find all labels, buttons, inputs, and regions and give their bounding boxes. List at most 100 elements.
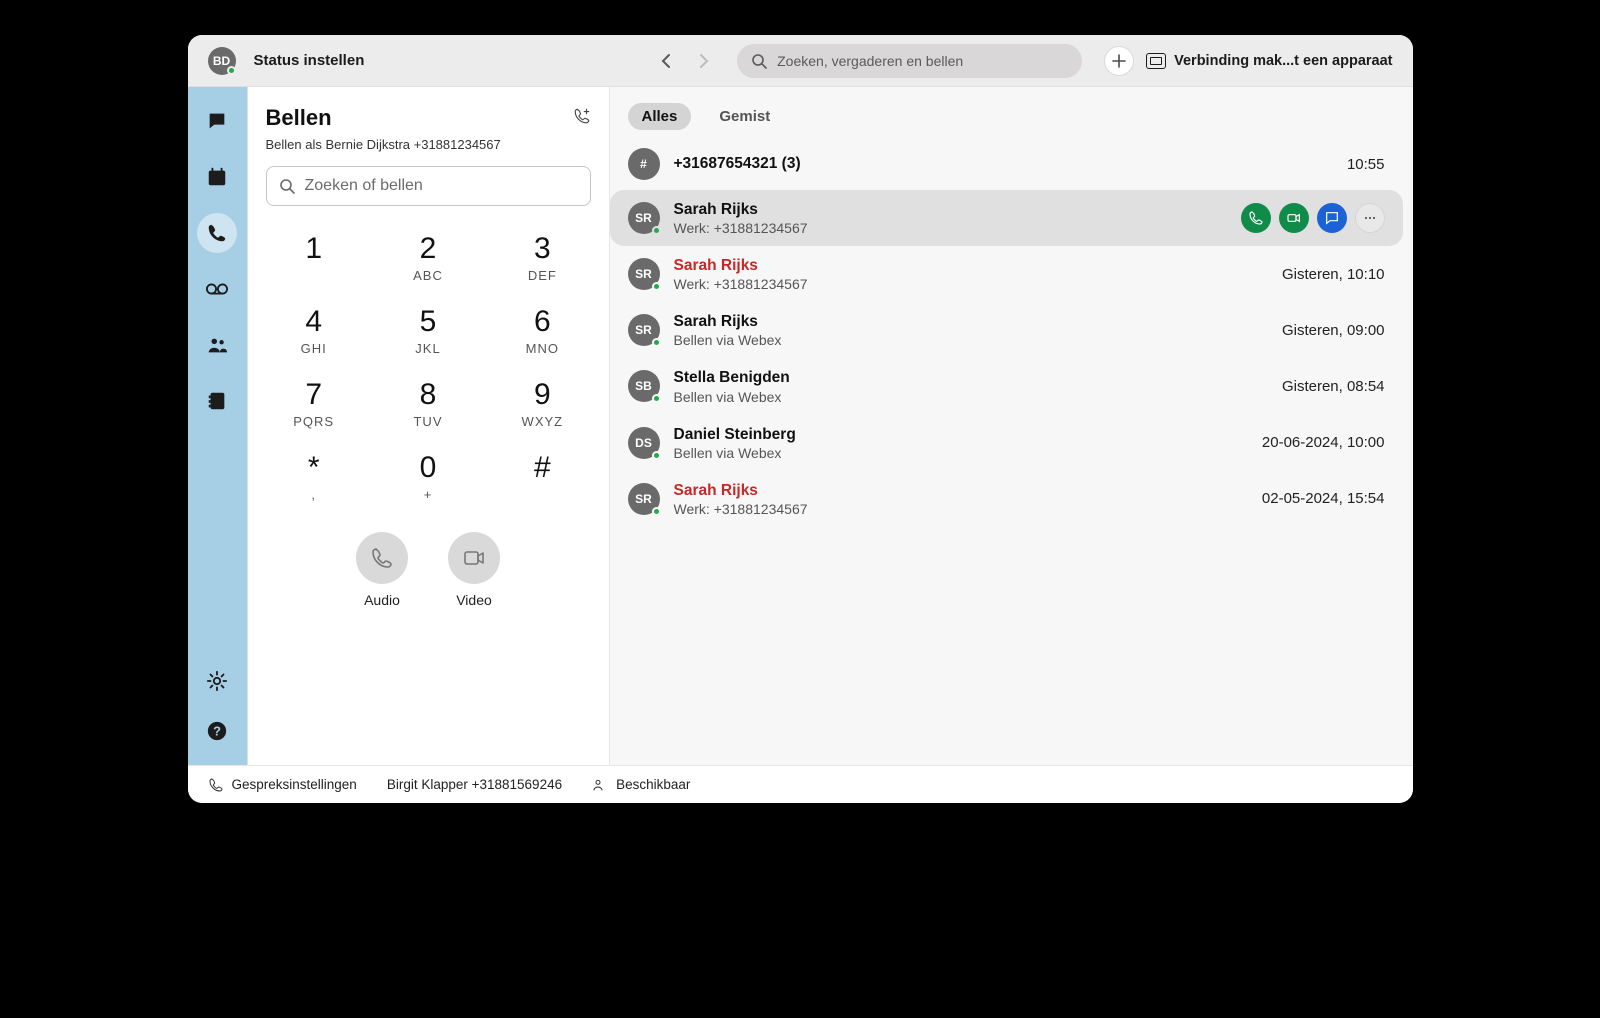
history-row[interactable]: SRSarah RijksBellen via WebexGisteren, 0… xyxy=(610,302,1403,358)
chat-bubble-icon xyxy=(206,110,228,132)
keypad-key-7[interactable]: 7 PQRS xyxy=(276,380,352,429)
keypad-key-8[interactable]: 8 TUV xyxy=(390,380,466,429)
contact-name: Sarah Rijks xyxy=(674,481,1248,501)
people-icon xyxy=(206,334,228,356)
presence-dot-icon xyxy=(652,451,661,460)
dial-search-input[interactable]: Zoeken of bellen xyxy=(266,166,591,206)
phone-icon xyxy=(370,546,394,570)
history-row[interactable]: SR Sarah RijksWerk: +31881234567 02-05-202… xyxy=(610,471,1403,527)
row-audio-call-button[interactable] xyxy=(1241,203,1271,233)
history-row[interactable]: # +31687654321 (3) 10:55 xyxy=(610,138,1403,190)
keypad-key-5[interactable]: 5JKL xyxy=(390,307,466,356)
call-time: Gisteren, 10:10 xyxy=(1282,266,1385,283)
keypad-key-#[interactable]: # xyxy=(504,453,580,502)
rail-help[interactable]: ? xyxy=(197,711,237,751)
connect-device-label: Verbinding mak...t een apparaat xyxy=(1174,53,1392,69)
voicemail-icon xyxy=(206,282,228,296)
rail-calling[interactable] xyxy=(197,213,237,253)
dialer-panel: Bellen Bellen als Bernie Dijkstra +31881… xyxy=(248,87,610,765)
tab-missed[interactable]: Gemist xyxy=(705,103,784,130)
help-icon: ? xyxy=(206,720,228,742)
row-chat-button[interactable] xyxy=(1317,203,1347,233)
keypad-digit: 3 xyxy=(504,234,580,264)
keypad-key-4[interactable]: 4GHI xyxy=(276,307,352,356)
contact-avatar: SR xyxy=(628,202,660,234)
chevron-right-icon xyxy=(695,53,711,69)
keypad-digit: 7 xyxy=(276,380,352,410)
plus-icon xyxy=(1112,54,1126,68)
call-history-panel: Alles Gemist #+31687654321 (3)10:55SRSar… xyxy=(610,87,1413,765)
status-set-button[interactable]: Status instellen xyxy=(254,52,365,69)
keypad-letters: PQRS xyxy=(276,414,352,429)
presence-dot-icon xyxy=(652,394,661,403)
rail-voicemail[interactable] xyxy=(197,269,237,309)
keypad-letters: JKL xyxy=(390,341,466,356)
history-scroll[interactable]: #+31687654321 (3)10:55SRSarah RijksWerk:… xyxy=(610,138,1413,765)
rail-messaging[interactable] xyxy=(197,101,237,141)
nav-arrows xyxy=(653,47,717,75)
audio-call-button[interactable]: Audio xyxy=(356,532,408,608)
video-call-button[interactable]: Video xyxy=(448,532,500,608)
create-new-button[interactable] xyxy=(1104,46,1134,76)
row-more-button[interactable] xyxy=(1355,203,1385,233)
conversation-settings-label: Gespreksinstellingen xyxy=(232,777,357,792)
row-video-call-button[interactable] xyxy=(1279,203,1309,233)
history-row[interactable]: DSDaniel SteinbergBellen via Webex20-06-… xyxy=(610,415,1403,471)
status-bar: Gespreksinstellingen Birgit Klapper +318… xyxy=(188,765,1413,803)
keypad-letters: DEF xyxy=(504,268,580,283)
phone-gear-icon xyxy=(208,777,224,793)
contact-avatar: SR xyxy=(628,483,660,515)
presence-dot-icon xyxy=(652,282,661,291)
keypad-key-1[interactable]: 1 xyxy=(276,234,352,283)
keypad-key-2[interactable]: 2ABC xyxy=(390,234,466,283)
phone-icon xyxy=(206,222,228,244)
contact-meta: Bellen via Webex xyxy=(674,389,1268,405)
contact-avatar: SR xyxy=(628,258,660,290)
presence-status[interactable]: Beschikbaar xyxy=(592,777,690,793)
history-row[interactable]: SBStella BenigdenBellen via WebexGistere… xyxy=(610,358,1403,414)
call-options-button[interactable] xyxy=(573,107,591,130)
header-toolbar: BD Status instellen Zoeken, vergaderen e… xyxy=(188,35,1413,87)
user-avatar[interactable]: BD xyxy=(208,47,236,75)
keypad-key-9[interactable]: 9WXYZ xyxy=(504,380,580,429)
call-time: 10:55 xyxy=(1347,156,1385,173)
conversation-settings-button[interactable]: Gespreksinstellingen xyxy=(208,777,357,793)
history-row[interactable]: SRSarah RijksWerk: +31881234567Gisteren,… xyxy=(610,246,1403,302)
history-row-text: Daniel SteinbergBellen via Webex xyxy=(674,425,1248,461)
keypad-letters: GHI xyxy=(276,341,352,356)
keypad-digit: 8 xyxy=(390,380,466,410)
contact-avatar: # xyxy=(628,148,660,180)
contact-name: Sarah Rijks xyxy=(674,312,1268,332)
people-icon xyxy=(592,777,608,793)
navigation-rail: ? xyxy=(188,87,248,765)
rail-teams[interactable] xyxy=(197,325,237,365)
keypad-letters: MNO xyxy=(504,341,580,356)
contact-meta: Werk: +31881234567 xyxy=(674,501,1248,517)
history-row-text: Sarah RijksWerk: +31881234567 xyxy=(674,481,1248,517)
dialer-title: Bellen xyxy=(266,105,332,131)
keypad-key-0[interactable]: 0+ xyxy=(390,453,466,502)
calendar-icon xyxy=(206,166,228,188)
presence-dot-icon xyxy=(652,338,661,347)
keypad-key-*[interactable]: *, xyxy=(276,453,352,502)
rail-contacts[interactable] xyxy=(197,381,237,421)
phone-icon xyxy=(1248,210,1264,226)
call-time: 20-06-2024, 10:00 xyxy=(1262,434,1385,451)
history-row[interactable]: SR Sarah RijksWerk: +31881234567 xyxy=(610,190,1403,246)
keypad-letters: TUV xyxy=(390,414,466,429)
history-row-text: Sarah RijksWerk: +31881234567 xyxy=(674,200,1227,236)
contact-name: Stella Benigden xyxy=(674,368,1268,388)
rail-meetings[interactable] xyxy=(197,157,237,197)
call-time: 02-05-2024, 15:54 xyxy=(1262,490,1385,507)
keypad-letters: + xyxy=(390,487,466,502)
connect-device-button[interactable]: Verbinding mak...t een apparaat xyxy=(1146,53,1392,69)
keypad-key-6[interactable]: 6MNO xyxy=(504,307,580,356)
svg-text:?: ? xyxy=(213,724,221,739)
keypad-key-3[interactable]: 3 DEF xyxy=(504,234,580,283)
history-row-text: +31687654321 (3) xyxy=(674,154,1333,174)
nav-back-button[interactable] xyxy=(653,47,681,75)
tab-all[interactable]: Alles xyxy=(628,103,692,130)
rail-settings[interactable] xyxy=(197,661,237,701)
video-icon xyxy=(1286,210,1302,226)
global-search-input[interactable]: Zoeken, vergaderen en bellen xyxy=(737,44,1082,78)
